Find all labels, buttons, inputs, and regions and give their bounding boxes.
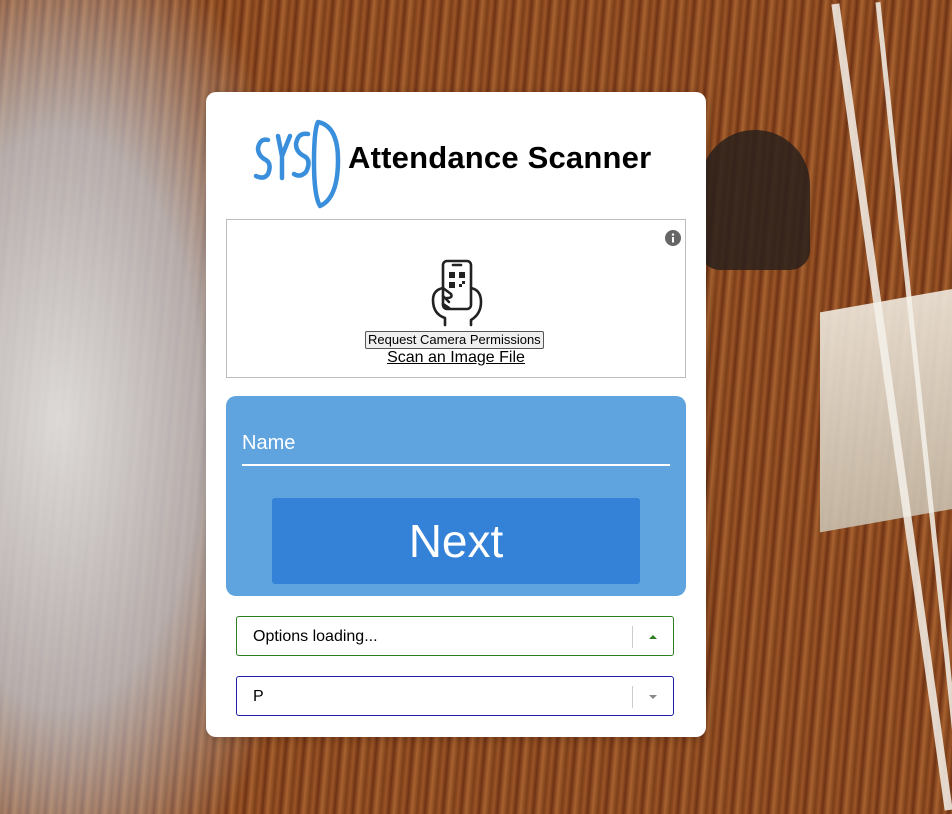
info-icon[interactable] xyxy=(665,230,681,246)
scanner-card: Attendance Scanner Request Camera Permis… xyxy=(206,92,706,737)
chevron-down-icon[interactable] xyxy=(647,693,659,701)
options-select-value: Options loading... xyxy=(253,628,378,645)
name-placeholder: Name xyxy=(242,432,296,454)
options-select[interactable]: Options loading... xyxy=(236,616,674,656)
next-button[interactable]: Next xyxy=(272,498,640,584)
qr-phone-icon xyxy=(431,259,483,327)
attendance-form: Name Next xyxy=(226,396,686,596)
syso-logo xyxy=(253,119,341,209)
name-input[interactable]: Name xyxy=(242,428,670,466)
scan-image-file-link[interactable]: Scan an Image File xyxy=(227,349,685,367)
second-select[interactable]: P xyxy=(236,676,674,716)
header: Attendance Scanner xyxy=(252,106,651,210)
chevron-up-icon[interactable] xyxy=(647,633,659,641)
second-select-value: P xyxy=(253,688,264,705)
select-separator xyxy=(632,686,633,708)
page-title: Attendance Scanner xyxy=(348,140,652,175)
background-scroll xyxy=(700,130,810,270)
qr-scanner-region: Request Camera Permissions Scan an Image… xyxy=(226,219,686,378)
select-separator xyxy=(632,626,633,648)
request-camera-permissions-button[interactable]: Request Camera Permissions xyxy=(365,331,544,349)
